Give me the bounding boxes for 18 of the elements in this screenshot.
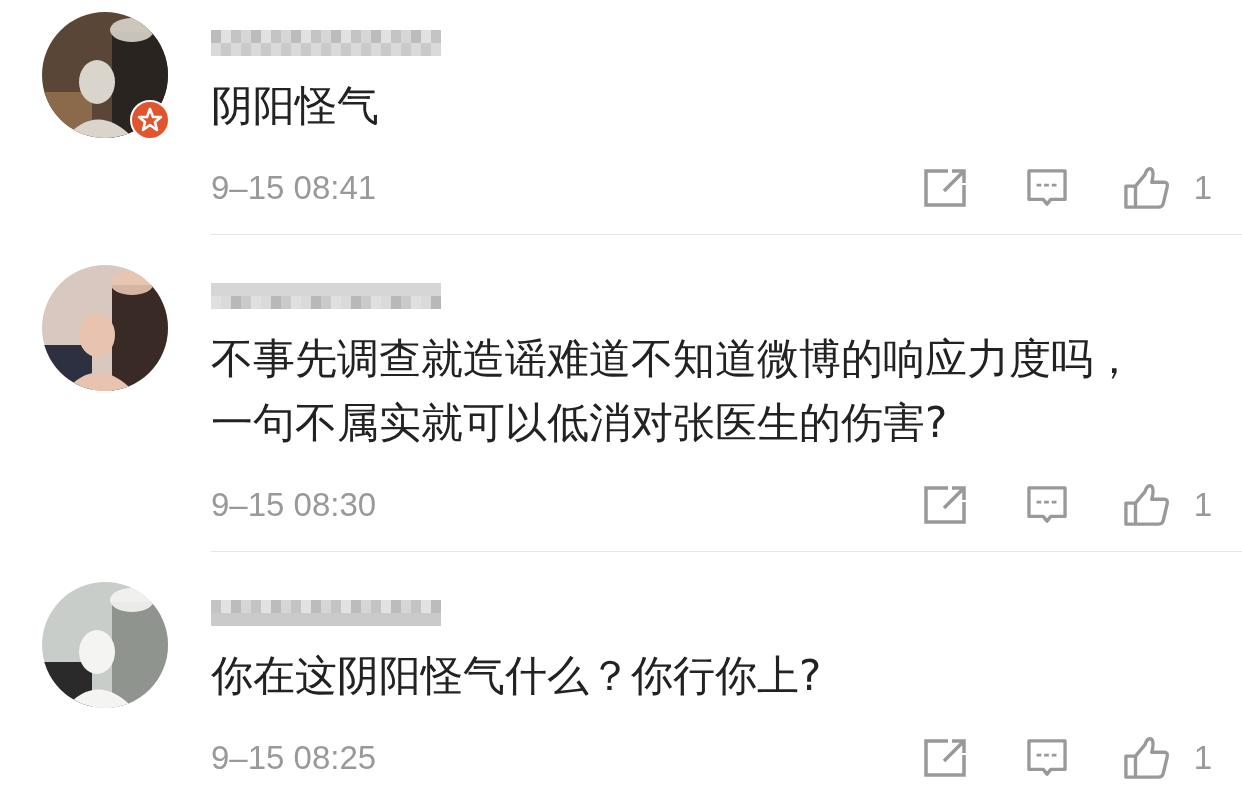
comment-text: 阴阳怪气 [211, 80, 380, 132]
comment-text: 不事先调查就造谣难道不知道微博的响应力度吗，一句不属实就可以低消对张医生的伤害? [211, 333, 1136, 449]
comment-icon[interactable] [1025, 169, 1068, 207]
share-icon[interactable] [923, 739, 966, 777]
comment-icon[interactable] [1025, 739, 1068, 777]
like-count: 1 [1193, 169, 1212, 207]
like-count: 1 [1193, 739, 1212, 777]
like-count: 1 [1193, 486, 1212, 524]
comment-time: 9–15 08:30 [211, 486, 377, 524]
comment-icon[interactable] [1025, 486, 1068, 524]
share-icon[interactable] [923, 486, 966, 524]
comment-text: 你在这阴阳怪气什么？你行你上? [211, 650, 823, 702]
comment-time: 9–15 08:25 [211, 739, 377, 777]
like-icon[interactable] [1123, 166, 1170, 210]
like-icon[interactable] [1123, 483, 1170, 527]
comment-time: 9–15 08:41 [211, 169, 377, 207]
like-icon[interactable] [1123, 736, 1170, 780]
share-icon[interactable] [923, 169, 966, 207]
